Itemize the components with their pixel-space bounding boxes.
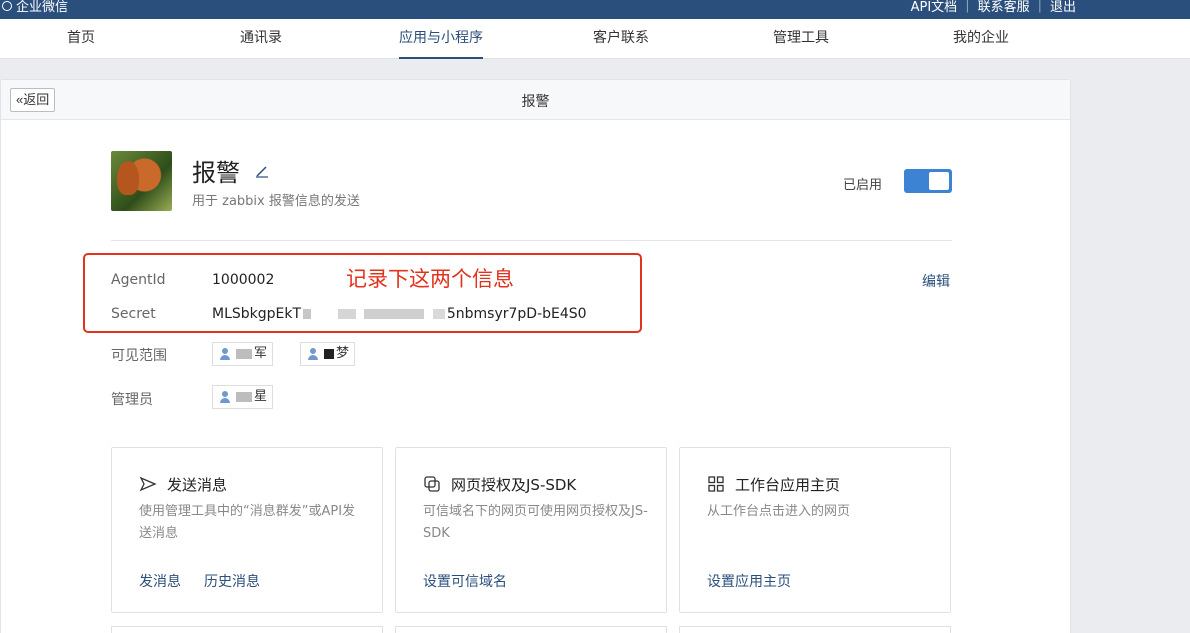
divider — [111, 240, 952, 241]
card-description: 从工作台点击进入的网页 — [707, 504, 851, 519]
admin-label: 管理员 — [111, 392, 153, 408]
status-label: 已启用 — [843, 178, 883, 193]
secret-prefix: MLSbkgpEkT — [212, 306, 302, 322]
card-title: 工作台应用主页 — [735, 476, 841, 494]
person-icon — [220, 391, 230, 403]
user-name: 星 — [254, 389, 268, 404]
toggle-knob — [929, 172, 949, 190]
redaction — [364, 309, 425, 319]
card-description: 可信域名下的网页可使用网页授权及JS-SDK — [423, 504, 648, 541]
panel-title: 报警 — [521, 94, 550, 110]
secret-value: MLSbkgpEkT 5nbmsyr7pD-bE4S0 — [212, 306, 587, 322]
app-avatar — [111, 151, 172, 211]
logout-link[interactable]: 退出 — [1050, 0, 1076, 15]
card-title: 网页授权及JS-SDK — [451, 476, 577, 494]
nav-apps[interactable]: 应用与小程序 — [399, 19, 483, 59]
contact-support-link[interactable]: 联系客服 — [978, 0, 1030, 15]
squirrel-image — [117, 161, 139, 195]
send-message-link[interactable]: 发消息 — [139, 571, 181, 591]
brand-name: 企业微信 — [16, 0, 69, 15]
redaction — [236, 391, 252, 402]
web-auth-card: 网页授权及JS-SDK 可信域名下的网页可使用网页授权及JS-SDK 设置可信域… — [395, 447, 667, 613]
card-stub — [395, 626, 667, 633]
user-name: 梦 — [336, 346, 350, 361]
nav-contacts[interactable]: 通讯录 — [240, 19, 282, 59]
brand[interactable]: 企业微信 — [0, 0, 68, 15]
redaction — [303, 309, 312, 319]
panel-header: «返回 报警 — [1, 80, 1070, 120]
wecom-logo-icon — [0, 0, 14, 13]
user-name: 军 — [254, 346, 268, 361]
grid-icon — [708, 476, 724, 492]
visibility-user-tag: 梦 — [300, 342, 356, 366]
enabled-toggle[interactable] — [904, 169, 952, 193]
app-name: 报警 — [192, 159, 240, 187]
secret-suffix: 5nbmsyr7pD-bE4S0 — [446, 306, 587, 322]
top-bar: 企业微信 API文档 | 联系客服 | 退出 — [0, 0, 1190, 19]
workbench-homepage-card: 工作台应用主页 从工作台点击进入的网页 设置应用主页 — [679, 447, 951, 613]
card-stub — [679, 626, 951, 633]
redaction — [236, 348, 252, 359]
edit-link[interactable]: 编辑 — [922, 271, 950, 291]
set-trusted-domain-link[interactable]: 设置可信域名 — [423, 571, 507, 591]
card-title: 发送消息 — [167, 476, 228, 494]
card-description: 使用管理工具中的“消息群发”或API发送消息 — [139, 504, 356, 541]
separator: | — [965, 0, 970, 13]
nav-customer-contact[interactable]: 客户联系 — [593, 19, 649, 59]
visibility-user-tag: 军 — [212, 342, 274, 366]
person-icon — [220, 348, 230, 360]
annotation-text: 记录下这两个信息 — [346, 267, 514, 291]
person-icon — [308, 348, 318, 360]
send-message-card: 发送消息 使用管理工具中的“消息群发”或API发送消息 发消息 历史消息 — [111, 447, 383, 613]
top-links: API文档 | 联系客服 | 退出 — [911, 0, 1076, 15]
nav-management-tools[interactable]: 管理工具 — [773, 19, 829, 59]
secret-label: Secret — [111, 306, 156, 322]
main-nav: 首页 通讯录 应用与小程序 客户联系 管理工具 我的企业 — [0, 19, 1190, 59]
nav-my-company[interactable]: 我的企业 — [953, 19, 1009, 59]
web-auth-icon — [424, 476, 440, 492]
set-homepage-link[interactable]: 设置应用主页 — [707, 571, 791, 591]
edit-pencil-icon[interactable] — [255, 164, 269, 178]
api-docs-link[interactable]: API文档 — [911, 0, 958, 15]
app-detail-panel: «返回 报警 报警 用于 zabbix 报警信息的发送 已启用 记录下这两个信息… — [0, 79, 1071, 633]
redaction — [324, 348, 334, 359]
admin-user-tag: 星 — [212, 385, 274, 409]
message-history-link[interactable]: 历史消息 — [204, 571, 260, 591]
nav-home[interactable]: 首页 — [67, 19, 95, 59]
separator: | — [1037, 0, 1042, 13]
app-description: 用于 zabbix 报警信息的发送 — [192, 194, 360, 209]
agentid-label: AgentId — [111, 272, 166, 288]
send-icon — [139, 476, 157, 492]
redaction — [432, 309, 445, 319]
redaction — [337, 309, 356, 319]
agentid-value: 1000002 — [212, 272, 275, 288]
visibility-label: 可见范围 — [111, 348, 167, 364]
card-stub — [111, 626, 383, 633]
